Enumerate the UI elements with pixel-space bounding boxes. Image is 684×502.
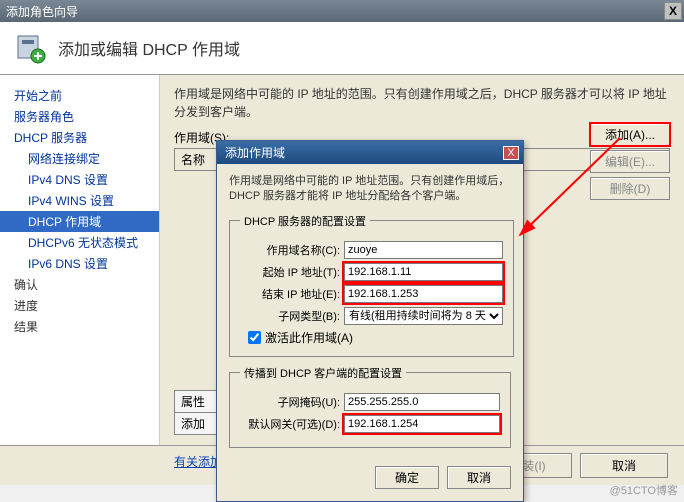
window-title: 添加角色向导 <box>6 3 78 20</box>
server-icon <box>14 32 46 64</box>
server-config-group: DHCP 服务器的配置设置 作用域名称(C): 起始 IP 地址(T): 结束 … <box>229 213 514 357</box>
end-ip-label: 结束 IP 地址(E): <box>240 286 344 302</box>
ok-button[interactable]: 确定 <box>375 466 439 489</box>
step-ipv6-dns[interactable]: IPv6 DNS 设置 <box>0 253 159 274</box>
wizard-steps-sidebar: 开始之前 服务器角色 DHCP 服务器 网络连接绑定 IPv4 DNS 设置 I… <box>0 75 160 445</box>
step-ipv4-wins[interactable]: IPv4 WINS 设置 <box>0 190 159 211</box>
window-title-bar: 添加角色向导 X <box>0 0 684 22</box>
client-config-group: 传播到 DHCP 客户端的配置设置 子网掩码(U): 默认网关(可选)(D): <box>229 365 511 448</box>
wizard-header: 添加或编辑 DHCP 作用域 <box>0 22 684 75</box>
step-dhcp-scope[interactable]: DHCP 作用域 <box>0 211 159 232</box>
activate-checkbox[interactable] <box>248 331 261 344</box>
step-dhcp[interactable]: DHCP 服务器 <box>0 127 159 148</box>
add-scope-dialog: 添加作用域 X 作用域是网络中可能的 IP 地址范围。只有创建作用域后，DHCP… <box>216 140 524 502</box>
mask-label: 子网掩码(U): <box>240 394 344 410</box>
step-ipv4-dns[interactable]: IPv4 DNS 设置 <box>0 169 159 190</box>
step-bindings[interactable]: 网络连接绑定 <box>0 148 159 169</box>
activate-label: 激活此作用域(A) <box>265 329 353 346</box>
edit-button: 编辑(E)... <box>590 150 670 173</box>
start-ip-input[interactable] <box>344 263 503 281</box>
step-roles[interactable]: 服务器角色 <box>0 106 159 127</box>
server-config-legend: DHCP 服务器的配置设置 <box>240 213 370 229</box>
step-progress[interactable]: 进度 <box>0 295 159 316</box>
page-title: 添加或编辑 DHCP 作用域 <box>58 36 240 60</box>
close-icon[interactable]: X <box>664 2 682 20</box>
watermark: @51CTO博客 <box>610 482 678 498</box>
cancel-button[interactable]: 取消 <box>580 453 668 478</box>
dialog-close-icon[interactable]: X <box>503 146 519 160</box>
end-ip-input[interactable] <box>344 285 503 303</box>
dialog-hint: 作用域是网络中可能的 IP 地址范围。只有创建作用域后，DHCP 服务器才能将 … <box>229 174 511 205</box>
mask-input[interactable] <box>344 393 500 411</box>
subnet-type-select[interactable]: 有线(租用持续时间将为 8 天 <box>344 307 503 325</box>
scope-description: 作用域是网络中可能的 IP 地址的范围。只有创建作用域之后，DHCP 服务器才可… <box>174 85 670 121</box>
scope-name-label: 作用域名称(C): <box>240 242 344 258</box>
step-confirm[interactable]: 确认 <box>0 274 159 295</box>
subnet-type-label: 子网类型(B): <box>240 308 344 324</box>
dialog-title: 添加作用域 <box>225 144 285 161</box>
dialog-title-bar: 添加作用域 X <box>217 141 523 164</box>
step-dhcpv6[interactable]: DHCPv6 无状态模式 <box>0 232 159 253</box>
add-button[interactable]: 添加(A)... <box>590 123 670 146</box>
client-config-legend: 传播到 DHCP 客户端的配置设置 <box>240 365 406 381</box>
dialog-cancel-button[interactable]: 取消 <box>447 466 511 489</box>
step-results[interactable]: 结果 <box>0 316 159 337</box>
gateway-label: 默认网关(可选)(D): <box>240 416 344 432</box>
scope-name-input[interactable] <box>344 241 503 259</box>
step-before[interactable]: 开始之前 <box>0 85 159 106</box>
delete-button: 删除(D) <box>590 177 670 200</box>
gateway-input[interactable] <box>344 415 500 433</box>
start-ip-label: 起始 IP 地址(T): <box>240 264 344 280</box>
